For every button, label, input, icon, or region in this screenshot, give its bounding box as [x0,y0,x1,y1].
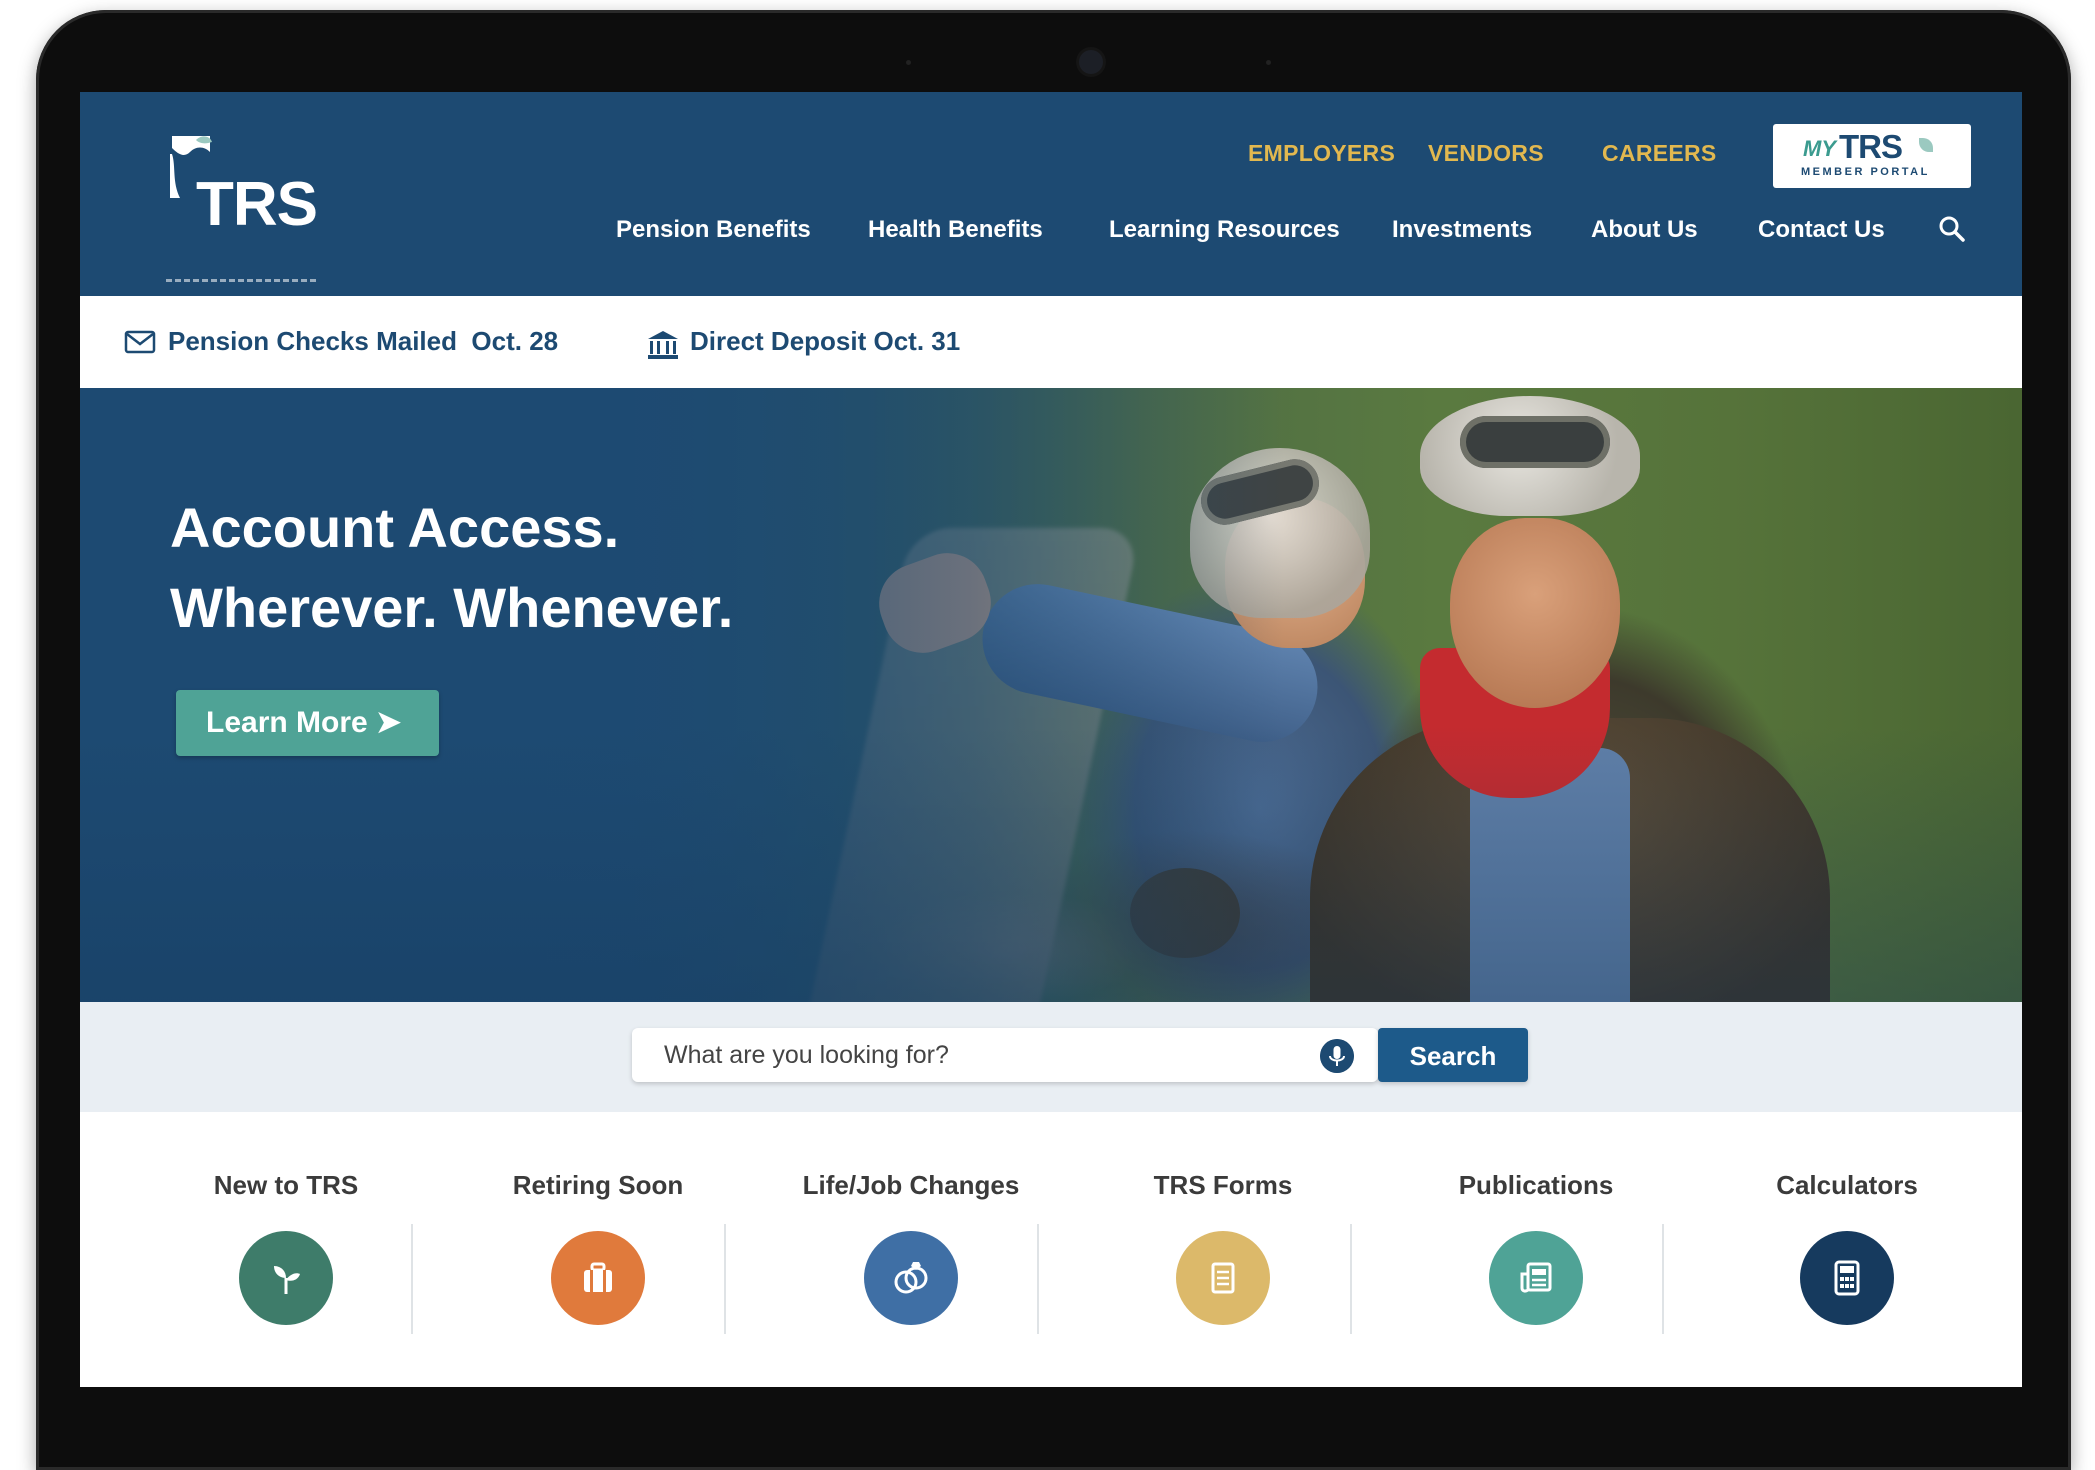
microphone-icon[interactable] [1320,1039,1354,1073]
divider [1662,1224,1664,1334]
search-icon[interactable] [1935,212,1969,246]
logo-tagline [166,279,316,282]
nav-employers[interactable]: EMPLOYERS [1248,140,1395,167]
divider [411,1224,413,1334]
leaf-icon [1919,138,1933,152]
search-band: Search [80,1002,2022,1112]
nav-learning-resources[interactable]: Learning Resources [1109,216,1340,244]
suitcase-icon [551,1231,645,1325]
quick-link-label: Calculators [1776,1170,1918,1200]
document-icon [1176,1231,1270,1325]
quick-link-trs-forms[interactable]: TRS Forms [1068,1152,1378,1325]
quick-link-label: Retiring Soon [512,1170,684,1200]
nav-pension-benefits[interactable]: Pension Benefits [616,216,811,244]
nav-investments[interactable]: Investments [1392,216,1532,244]
mail-icon [124,330,156,354]
quick-link-label: Publications [1458,1170,1614,1200]
quick-link-calculators[interactable]: Calculators [1692,1152,2002,1325]
nav-careers[interactable]: CAREERS [1602,140,1717,167]
divider [1350,1224,1352,1334]
learn-more-label: Learn More ➤ [206,706,402,739]
learn-more-button[interactable]: Learn More ➤ [176,690,439,756]
sprout-icon [239,1231,333,1325]
alert-pension-text: Pension Checks Mailed Oct. 28 [168,326,559,356]
quick-link-publications[interactable]: Publications [1381,1152,1691,1325]
quick-link-label: New to TRS [213,1170,359,1200]
site-search-input[interactable] [632,1028,1302,1082]
hero-title: Account Access. Wherever. Whenever. [170,488,733,648]
portal-my-text: MY [1803,136,1836,161]
browser-screen: TRS EMPLOYERS VENDORS CAREERS MY TRS MEM… [80,92,2022,1387]
trs-logo[interactable]: TRS [166,132,318,282]
search-box [632,1028,1378,1082]
quick-link-retiring-soon[interactable]: Retiring Soon [443,1152,753,1325]
quick-link-new-to-trs[interactable]: New to TRS [131,1152,441,1325]
rings-icon [864,1231,958,1325]
newspaper-icon [1489,1231,1583,1325]
nav-contact-us[interactable]: Contact Us [1758,216,1885,244]
quick-link-label: TRS Forms [1153,1170,1293,1200]
mytrs-member-portal-button[interactable]: MY TRS MEMBER PORTAL [1773,124,1971,188]
nav-vendors[interactable]: VENDORS [1428,140,1544,167]
camera-icon [1079,50,1103,74]
logo-text: TRS [196,170,318,239]
hero-title-line1: Account Access. [170,496,620,559]
bank-icon [648,331,678,359]
alert-deposit-text: Direct Deposit Oct. 31 [690,326,961,356]
sensor-dot [1266,60,1271,65]
quick-links: New to TRS Retiring Soon Life/Job Change… [80,1112,2022,1387]
hero-title-line2: Wherever. Whenever. [170,576,734,639]
search-button[interactable]: Search [1378,1028,1528,1082]
quick-link-label: Life/Job Changes [802,1170,1020,1200]
site-header: TRS EMPLOYERS VENDORS CAREERS MY TRS MEM… [80,92,2022,296]
portal-trs-text: TRS [1839,128,1903,165]
portal-subtitle: MEMBER PORTAL [1801,166,1930,178]
alert-direct-deposit[interactable]: Direct Deposit Oct. 31 [646,326,1006,360]
calculator-icon [1800,1231,1894,1325]
nav-health-benefits[interactable]: Health Benefits [868,216,1043,244]
nav-about-us[interactable]: About Us [1591,216,1698,244]
alert-pension-checks[interactable]: Pension Checks Mailed Oct. 28 [124,326,584,360]
quick-link-life-job-changes[interactable]: Life/Job Changes [756,1152,1066,1325]
alert-bar: Pension Checks Mailed Oct. 28 Direct Dep… [80,296,2022,388]
hero-banner: Account Access. Wherever. Whenever. Lear… [80,388,2022,1002]
divider [1037,1224,1039,1334]
search-button-label: Search [1409,1041,1497,1071]
divider [724,1224,726,1334]
sensor-dot [906,60,911,65]
